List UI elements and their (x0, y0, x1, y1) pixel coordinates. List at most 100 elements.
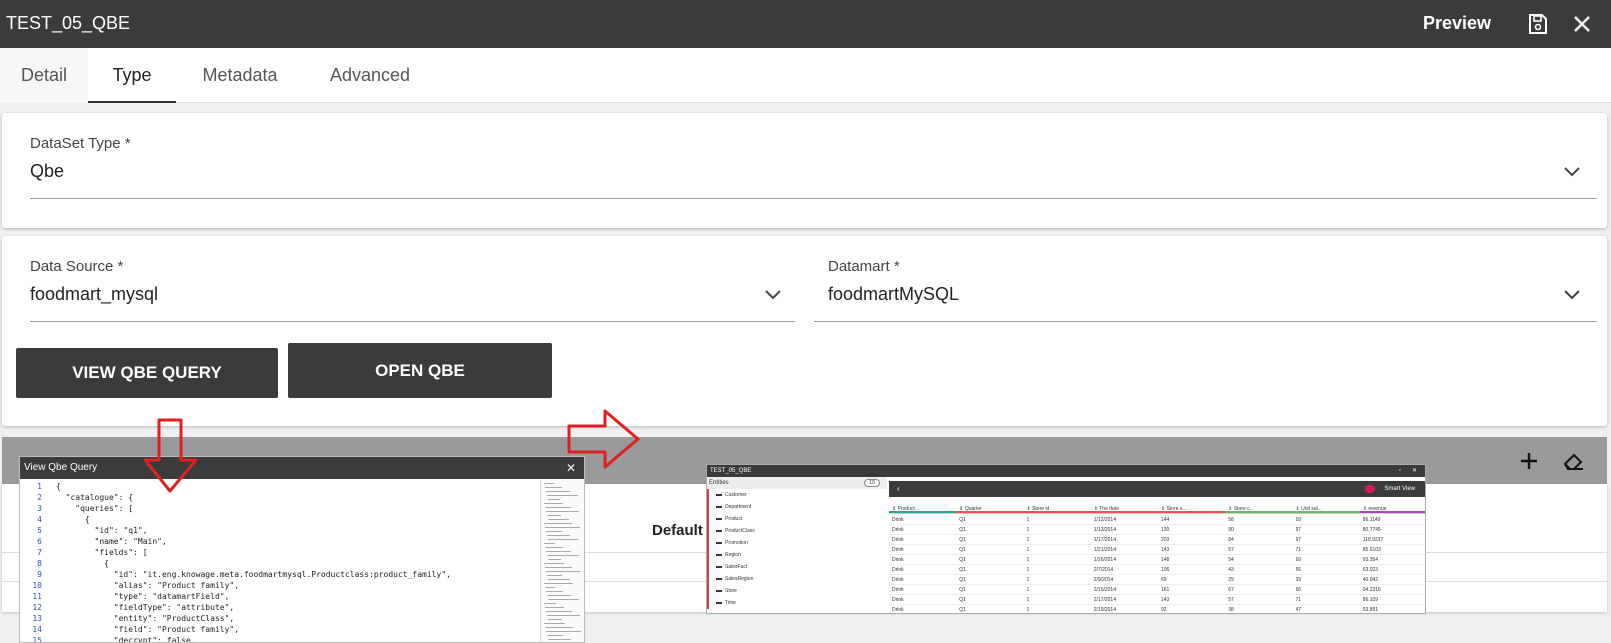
qbe-window-screenshot: TEST_05_QBE ▫ ✕ Entities 10 Customer Depa… (706, 464, 1426, 614)
chevron-down-icon[interactable] (1563, 166, 1581, 178)
tab-bar: Detail Type Metadata Advanced (0, 48, 1611, 103)
code-line: "entity": "ProductClass", (56, 614, 235, 623)
grid-cell: 85.6103 (1362, 547, 1381, 553)
grid-cell: Drink (892, 607, 904, 613)
grid-cell: 143 (1161, 547, 1170, 553)
minimap-line (545, 587, 555, 588)
grid-cell: 1 (1026, 537, 1030, 543)
tab-detail[interactable]: Detail (0, 48, 88, 103)
dataset-type-select[interactable]: Qbe (30, 161, 64, 182)
grid-cell: 69 (1295, 557, 1302, 563)
entity-item[interactable]: Time (707, 597, 887, 609)
grid-column-header[interactable]: ⇕ Store c... (1228, 504, 1289, 514)
grid-cell: Q1 (959, 517, 966, 523)
tab-metadata[interactable]: Metadata (190, 48, 290, 103)
dataset-type-card: DataSet Type * Qbe (2, 113, 1607, 228)
tab-advanced[interactable]: Advanced (318, 48, 422, 103)
entity-label: Promotion (725, 540, 748, 546)
grid-cell: 1/21/2014 (1093, 547, 1116, 553)
grid-cell: 94.2316 (1362, 587, 1381, 593)
entity-label: Customer (725, 492, 747, 498)
grid-column-header[interactable]: ⇕ Store s... (1161, 504, 1222, 514)
grid-cell: 57 (1228, 547, 1234, 553)
minimap-line (544, 603, 556, 604)
entity-item[interactable]: Region (707, 549, 887, 561)
table-row: Drink Q1 1 2/17/2014 143 57 71 86.109 (889, 595, 1425, 605)
minimap-line (545, 547, 563, 548)
grid-cell: 56 (1295, 567, 1302, 573)
line-number: 12 (32, 603, 42, 612)
chevron-down-icon[interactable] (1563, 289, 1581, 301)
code-line: "field": "Product family", (56, 625, 240, 634)
minimap-line (547, 635, 563, 636)
minimap-line (545, 567, 572, 568)
grid-cell: 2/9/2014 (1093, 577, 1114, 583)
close-icon[interactable] (1570, 12, 1594, 36)
table-row: Drink Q1 1 1/26/2014 148 54 69 93.354 (889, 555, 1425, 565)
grid-cell: 97 (1295, 537, 1302, 543)
minimap-line (548, 499, 560, 500)
save-icon[interactable]: ▫ (1399, 465, 1401, 477)
plus-icon[interactable] (1519, 451, 1539, 471)
grid-cell: Drink (892, 567, 904, 573)
minimap-line (545, 507, 571, 508)
entity-item[interactable]: SalesRegion (707, 573, 887, 585)
entity-item[interactable]: ProductClass (707, 525, 887, 537)
entity-item[interactable]: Customer (707, 489, 887, 501)
code-minimap[interactable] (540, 479, 584, 642)
minimap-line (544, 543, 555, 544)
entities-header: Entities (707, 477, 887, 489)
qbe-window-header: TEST_05_QBE ▫ ✕ (707, 465, 1425, 477)
grid-cell: 69 (1161, 577, 1167, 583)
grid-cell: 161 (1161, 587, 1170, 593)
grid-cell: 67 (1228, 587, 1234, 593)
chevron-down-icon[interactable] (764, 289, 782, 301)
query-code-editor[interactable]: 1 {2 "catalogue": {3 "queries": [4 {5 "id… (20, 479, 540, 642)
minimap-line (544, 523, 572, 524)
entity-item[interactable]: SalesFact (707, 561, 887, 573)
entity-item[interactable]: Promotion (707, 537, 887, 549)
qbe-grid-toolbar: ‹ Smart View (889, 481, 1425, 497)
grid-cell: 1/26/2014 (1093, 557, 1116, 563)
open-qbe-button[interactable]: OPEN QBE (288, 343, 552, 398)
code-line: "name": "Main", (56, 537, 167, 546)
smart-view-toggle[interactable] (1365, 485, 1375, 493)
grid-cell: 86.1149 (1362, 517, 1381, 523)
preview-button[interactable]: Preview (1423, 13, 1491, 34)
entity-item[interactable]: Department (707, 501, 887, 513)
minimap-line (546, 551, 571, 552)
grid-column-header[interactable]: ⇕ revenue (1363, 504, 1424, 514)
grid-cell: 1 (1026, 577, 1030, 583)
grid-cell: 2/15/2014 (1093, 587, 1116, 593)
close-icon[interactable]: ✕ (1412, 465, 1417, 477)
minimap-line (546, 491, 570, 492)
grid-cell: 130 (1161, 527, 1170, 533)
view-qbe-query-popup: View Qbe Query ✕ 1 {2 "catalogue": {3 "qu… (19, 456, 585, 643)
grid-cell: 1 (1026, 587, 1030, 593)
entity-item[interactable]: Store (707, 585, 887, 597)
grid-cell: 40.042 (1362, 577, 1379, 583)
grid-column-header[interactable]: ⇕ Store id (1027, 504, 1088, 514)
entity-item[interactable]: Product (707, 513, 887, 525)
grid-cell: Drink (892, 597, 904, 603)
save-icon[interactable] (1526, 12, 1550, 36)
view-qbe-query-button[interactable]: VIEW QBE QUERY (16, 348, 278, 398)
tab-type[interactable]: Type (88, 48, 176, 103)
data-source-select[interactable]: foodmart_mysql (30, 284, 158, 305)
line-number: 7 (37, 548, 42, 557)
grid-column-header[interactable]: ⇕ Quarter (959, 504, 1020, 514)
dataset-title: TEST_05_QBE (6, 13, 131, 33)
chevron-left-icon[interactable]: ‹ (897, 481, 900, 497)
datamart-select[interactable]: foodmartMySQL (828, 284, 959, 305)
eraser-icon[interactable] (1562, 451, 1584, 471)
grid-cell: Drink (892, 557, 904, 563)
line-number: 3 (37, 504, 42, 513)
grid-column-header[interactable]: ⇕ The date (1094, 504, 1155, 514)
grid-cell: 67 (1295, 527, 1302, 533)
minimap-line (548, 619, 562, 620)
default-column-header: Default (652, 522, 703, 539)
grid-cell: 144 (1161, 517, 1170, 523)
grid-column-header[interactable]: ⇕ Product... (892, 504, 953, 514)
grid-column-header[interactable]: ⇕ Unit sal... (1296, 504, 1357, 514)
grid-cell: 63.023 (1362, 567, 1379, 573)
